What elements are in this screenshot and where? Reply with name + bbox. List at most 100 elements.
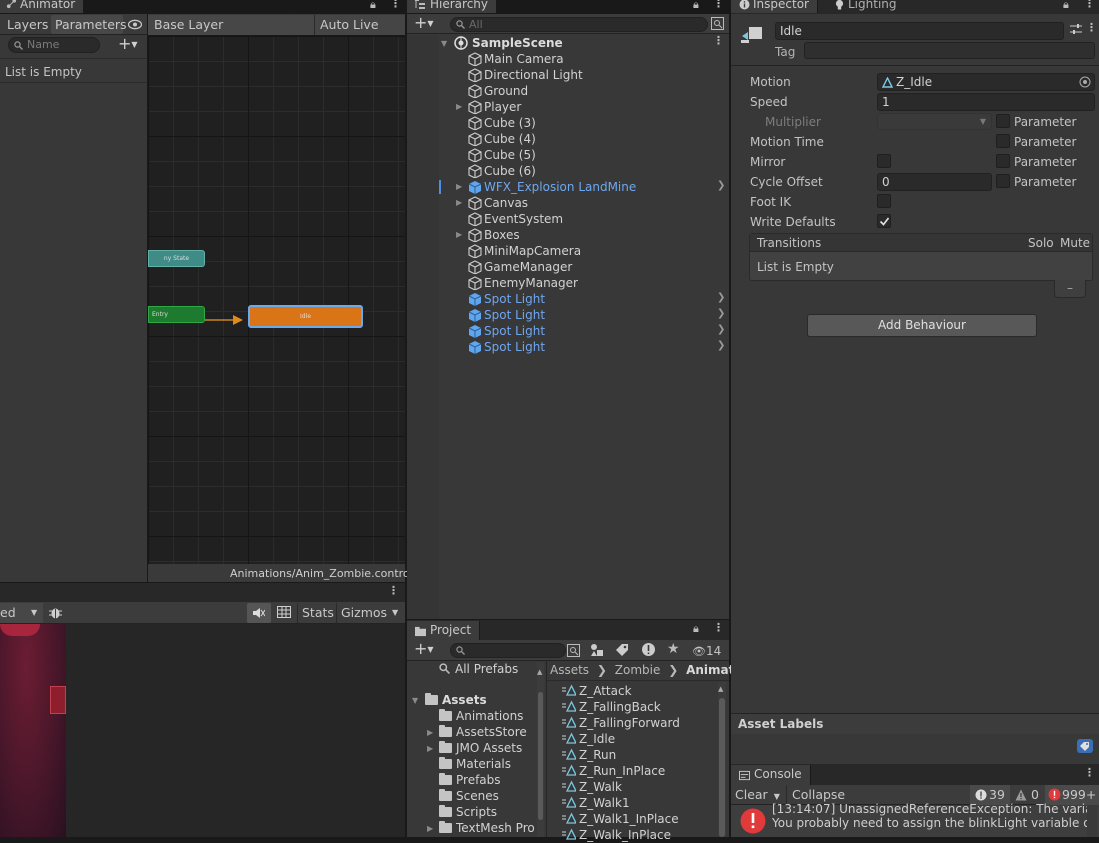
error-filter-icon[interactable] xyxy=(641,642,656,657)
lock-icon[interactable]: 🔒︎ xyxy=(370,0,376,14)
motion-field[interactable]: Z_Idle xyxy=(877,73,1095,91)
animation-clip-item[interactable]: Z_Walk_InPlace xyxy=(562,827,671,843)
animation-clip-item[interactable]: Z_FallingForward xyxy=(562,715,680,731)
project-folder-item[interactable]: Scenes xyxy=(439,788,499,804)
hierarchy-search-input[interactable]: All xyxy=(450,17,708,32)
hierarchy-kebab-icon[interactable]: ⋮ xyxy=(713,0,724,13)
tab-inspector[interactable]: Inspector xyxy=(731,0,818,13)
eye-icon[interactable] xyxy=(128,19,142,30)
animation-clip-item[interactable]: Z_Walk1_InPlace xyxy=(562,811,679,827)
scene-name[interactable]: SampleScene xyxy=(472,35,563,51)
cycle-offset-field[interactable]: 0 xyxy=(877,173,992,191)
tab-animator[interactable]: Animator xyxy=(0,0,85,13)
animation-clip-item[interactable]: Z_Walk xyxy=(562,779,622,795)
project-folder-item[interactable]: Scripts xyxy=(439,804,497,820)
project-folder-item[interactable]: Materials xyxy=(439,756,511,772)
stats-button[interactable]: Stats xyxy=(297,603,336,623)
open-prefab-arrow-icon[interactable]: ❯ xyxy=(717,340,725,351)
animation-clip-item[interactable]: Z_Idle xyxy=(562,731,615,747)
asset-label-tag-icon[interactable] xyxy=(1077,739,1093,753)
open-prefab-arrow-icon[interactable]: ❯ xyxy=(717,180,725,191)
search-filter-icon[interactable] xyxy=(711,17,724,30)
project-search-input[interactable] xyxy=(450,643,566,658)
hierarchy-add-button[interactable]: +▼ xyxy=(414,15,434,32)
auto-live-link-button[interactable]: Auto Live Link xyxy=(314,15,405,51)
project-lock-icon[interactable]: 🔒︎ xyxy=(693,622,699,638)
expand-arrow-icon[interactable]: ▶ xyxy=(456,230,462,239)
inspector-lock-icon[interactable]: 🔒︎ xyxy=(1063,0,1069,14)
console-log-entry[interactable]: [13:14:07] UnassignedReferenceException:… xyxy=(731,802,1099,837)
add-behaviour-button[interactable]: Add Behaviour xyxy=(807,314,1037,337)
tab-lighting[interactable]: Lighting xyxy=(826,0,905,13)
game-display-dropdown[interactable]: ed ▼ xyxy=(0,603,43,623)
label-tag-icon[interactable] xyxy=(615,643,629,657)
parameter-search-input[interactable]: Name xyxy=(8,37,100,53)
project-folder-item[interactable]: AssetsStore xyxy=(439,724,527,740)
hidden-packages-count[interactable]: 👁︎14 xyxy=(692,643,721,660)
object-picker-icon[interactable] xyxy=(1079,76,1091,88)
animation-clip-item[interactable]: Z_FallingBack xyxy=(562,699,661,715)
speed-field[interactable]: 1 xyxy=(877,93,1095,111)
animation-clip-item[interactable]: Z_Run xyxy=(562,747,616,763)
tab-project[interactable]: Project xyxy=(407,621,481,641)
any-state-node[interactable]: ny State xyxy=(148,250,205,267)
animation-clip-item[interactable]: Z_Attack xyxy=(562,683,632,699)
tag-field[interactable] xyxy=(804,42,1095,59)
favorite-star-icon[interactable]: ★ xyxy=(667,641,680,657)
console-kebab-icon[interactable]: ⋮ xyxy=(1084,766,1095,782)
project-folder-item[interactable]: Prefabs xyxy=(439,772,501,788)
tab-parameters[interactable]: Parameters xyxy=(51,15,127,34)
project-folder-item[interactable]: Animations xyxy=(439,708,523,724)
console-scrollbar[interactable] xyxy=(1087,805,1097,837)
state-name-input[interactable]: Idle xyxy=(775,22,1064,40)
expand-arrow-icon[interactable]: ▶ xyxy=(456,182,462,191)
project-folder-item[interactable]: TextMesh Pro xyxy=(439,820,535,836)
gizmos-button[interactable]: Gizmos ▼ xyxy=(336,603,405,623)
header-kebab-icon[interactable]: ⋮ xyxy=(1086,21,1097,37)
multiplier-parameter-checkbox[interactable] xyxy=(996,114,1010,128)
multiplier-dropdown[interactable]: ▼ xyxy=(877,113,992,130)
mirror-parameter-checkbox[interactable] xyxy=(996,154,1010,168)
animation-clip-item[interactable]: Z_Walk1 xyxy=(562,795,630,811)
preset-icon[interactable] xyxy=(1070,23,1082,35)
grid-icon[interactable] xyxy=(277,606,291,618)
game-kebab-menu-icon[interactable]: ⋮ xyxy=(388,584,399,600)
all-prefabs-filter[interactable]: All Prefabs xyxy=(455,661,518,677)
search-scope-icon[interactable] xyxy=(567,644,580,657)
filter-by-type-icon[interactable] xyxy=(590,643,604,657)
assets-collapse-arrow[interactable]: ▼ xyxy=(412,696,418,705)
expand-arrow-icon[interactable]: ▶ xyxy=(456,198,462,207)
inspector-kebab-icon[interactable]: ⋮ xyxy=(1084,0,1095,13)
kebab-menu-icon[interactable]: ⋮ xyxy=(390,0,401,13)
entry-node[interactable]: Entry xyxy=(148,306,205,323)
motion-time-parameter-checkbox[interactable] xyxy=(996,134,1010,148)
foot-ik-checkbox[interactable] xyxy=(877,194,891,208)
scene-collapse-arrow[interactable]: ▼ xyxy=(441,39,447,48)
open-prefab-arrow-icon[interactable]: ❯ xyxy=(717,324,725,335)
breadcrumb-base-layer[interactable]: Base Layer xyxy=(148,15,314,35)
add-parameter-button[interactable]: +▼ xyxy=(118,36,138,53)
tab-layers[interactable]: Layers xyxy=(7,15,48,35)
expand-arrow-icon[interactable]: ▶ xyxy=(456,102,462,111)
tab-console[interactable]: Console xyxy=(731,765,811,785)
project-add-button[interactable]: +▼ xyxy=(414,641,434,658)
open-prefab-arrow-icon[interactable]: ❯ xyxy=(717,292,725,303)
hierarchy-lock-icon[interactable]: 🔒︎ xyxy=(693,0,699,14)
expand-arrow-icon[interactable]: ▶ xyxy=(427,744,433,753)
cycle-offset-parameter-checkbox[interactable] xyxy=(996,174,1010,188)
mute-audio-button[interactable] xyxy=(247,603,271,623)
idle-state-node[interactable]: Idle xyxy=(248,305,363,328)
assets-root-folder[interactable]: Assets xyxy=(425,692,487,708)
bug-icon[interactable] xyxy=(48,605,63,620)
animation-clip-item[interactable]: Z_Run_InPlace xyxy=(562,763,665,779)
project-kebab-icon[interactable]: ⋮ xyxy=(713,621,724,637)
expand-arrow-icon[interactable]: ▶ xyxy=(427,824,433,833)
open-prefab-arrow-icon[interactable]: ❯ xyxy=(717,308,725,319)
tab-hierarchy[interactable]: Hierarchy xyxy=(407,0,498,13)
mirror-checkbox[interactable] xyxy=(877,154,891,168)
scene-kebab-icon[interactable]: ⋮ xyxy=(713,34,724,50)
remove-transition-button[interactable]: – xyxy=(1054,280,1086,298)
expand-arrow-icon[interactable]: ▶ xyxy=(427,728,433,737)
project-folder-item[interactable]: JMO Assets xyxy=(439,740,522,756)
write-defaults-checkbox[interactable] xyxy=(877,214,891,228)
